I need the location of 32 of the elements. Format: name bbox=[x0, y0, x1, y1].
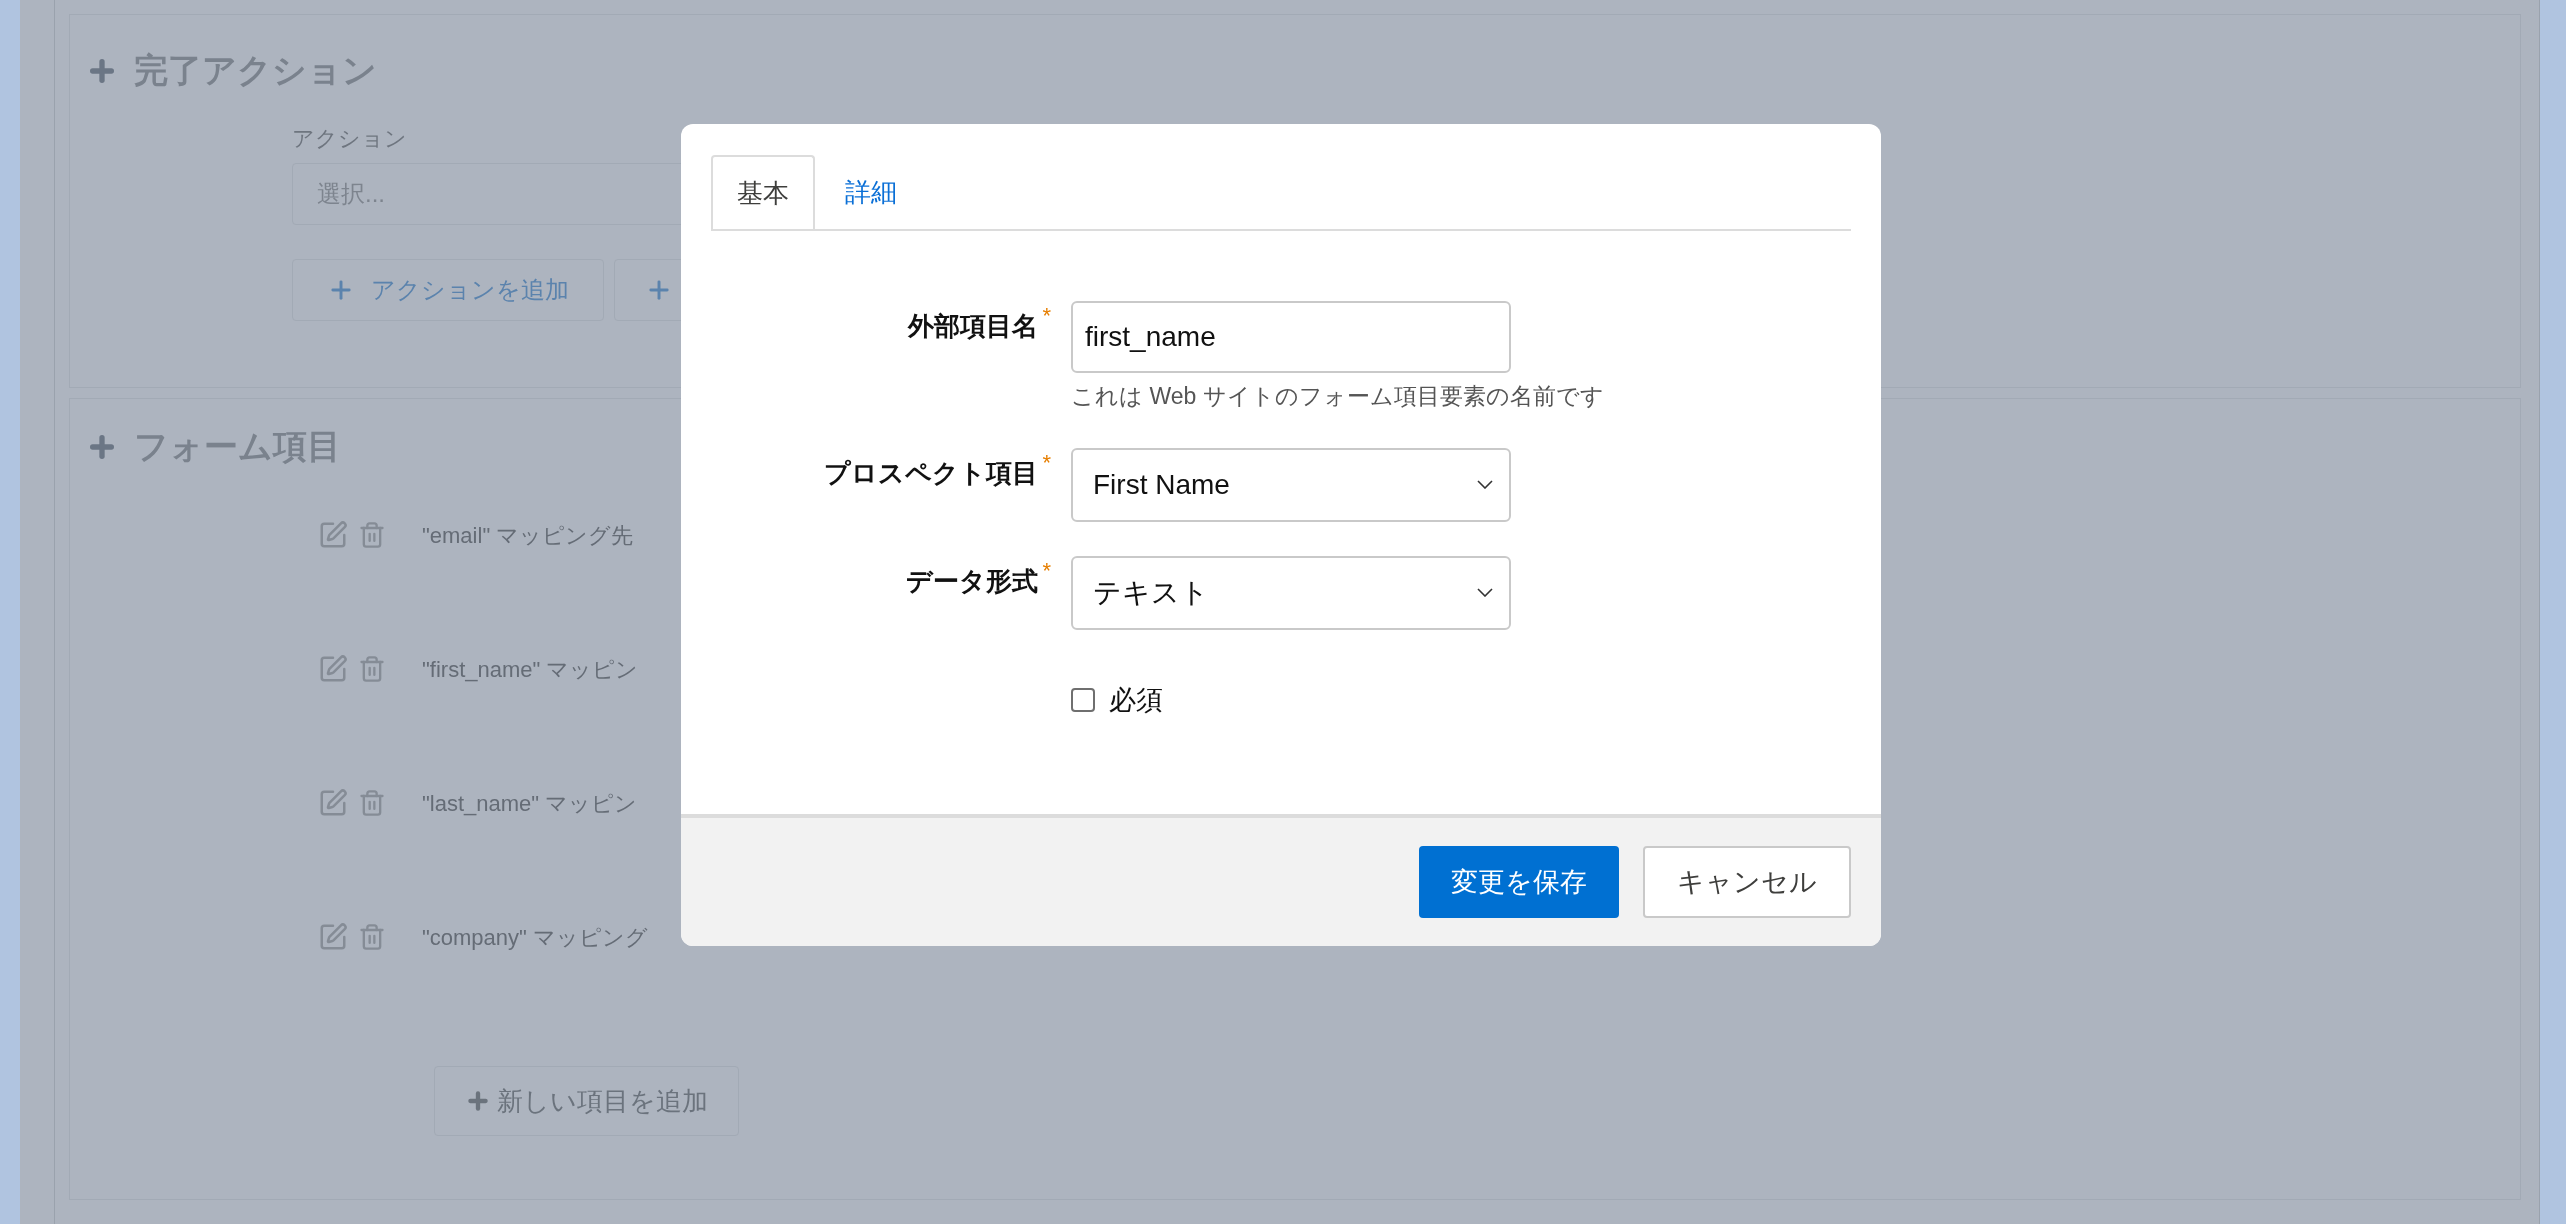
edit-icon[interactable] bbox=[318, 922, 348, 952]
save-button[interactable]: 変更を保存 bbox=[1419, 846, 1619, 918]
tab[interactable]: 基本 bbox=[711, 155, 815, 229]
help-text: これは Web サイトのフォーム項目要素の名前です bbox=[1071, 382, 1604, 411]
trash-icon[interactable] bbox=[358, 923, 386, 951]
required-mark: * bbox=[1042, 448, 1051, 477]
field-label: 外部項目名 bbox=[908, 310, 1039, 343]
trash-icon[interactable] bbox=[358, 655, 386, 683]
required-mark: * bbox=[1042, 302, 1051, 330]
select-dropdown[interactable]: テキスト bbox=[1071, 555, 1511, 630]
checkbox[interactable] bbox=[1071, 687, 1095, 712]
trash-icon[interactable] bbox=[358, 789, 386, 817]
field-label: プロスペクト項目 bbox=[824, 456, 1039, 490]
chevron-down-icon bbox=[1477, 588, 1493, 597]
edit-icon[interactable] bbox=[318, 788, 348, 818]
tab[interactable]: 詳細 bbox=[815, 155, 927, 229]
edit-icon[interactable] bbox=[318, 520, 348, 550]
edit-icon[interactable] bbox=[318, 654, 348, 684]
field-label: アクション bbox=[292, 125, 408, 153]
cancel-button[interactable]: キャンセル bbox=[1643, 846, 1851, 918]
select-dropdown[interactable]: First Name bbox=[1071, 447, 1511, 522]
field-label: データ形式 bbox=[906, 564, 1039, 598]
checkbox-label: 必須 bbox=[1109, 683, 1163, 717]
field-mapping-text: "first_name" マッピン bbox=[422, 655, 639, 684]
chevron-down-icon bbox=[1477, 480, 1493, 489]
field-mapping-text: "email" マッピング先 bbox=[422, 521, 634, 550]
required-mark: * bbox=[1042, 556, 1051, 585]
text-input[interactable]: first_name bbox=[1071, 301, 1511, 373]
trash-icon[interactable] bbox=[358, 521, 386, 549]
field-mapping-text: "last_name" マッピン bbox=[422, 789, 638, 818]
field-mapping-text: "company" マッピング bbox=[422, 923, 648, 952]
plus-icon bbox=[465, 1088, 491, 1114]
